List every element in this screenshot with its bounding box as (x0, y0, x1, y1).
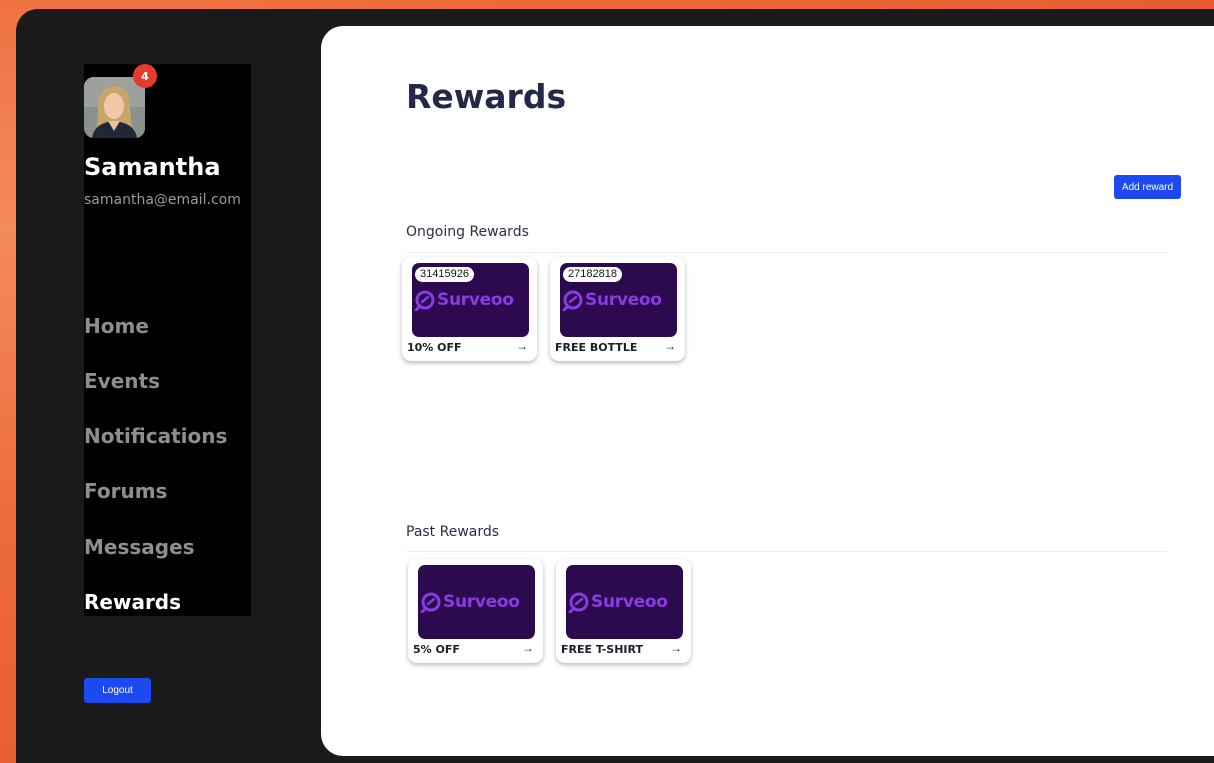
brand-name: Surveoo (443, 592, 520, 612)
nav-item-forums[interactable]: Forums (84, 479, 167, 503)
user-email: samantha@email.com (84, 192, 241, 208)
arrow-right-icon: → (522, 641, 534, 655)
portrait-image (84, 77, 145, 138)
reward-card-image: Surveoo (418, 565, 535, 639)
reward-code: 27182818 (563, 267, 622, 282)
page-title: Rewards (406, 77, 567, 116)
arrow-right-icon: → (670, 641, 682, 655)
past-rewards-title: Past Rewards (406, 524, 500, 540)
surveoo-logo-icon (562, 290, 583, 311)
past-rewards-divider (406, 551, 1166, 552)
user-name: Samantha (84, 153, 221, 181)
nav-item-home[interactable]: Home (84, 314, 149, 338)
surveoo-logo: Surveoo (420, 591, 520, 613)
reward-card-image: 27182818 Surveoo (560, 263, 677, 337)
ongoing-rewards-title: Ongoing Rewards (406, 224, 529, 240)
avatar-image (84, 77, 145, 138)
brand-name: Surveoo (585, 290, 662, 310)
notification-badge: 4 (133, 64, 157, 88)
reward-label: FREE BOTTLE (555, 341, 638, 354)
surveoo-logo-icon (414, 290, 435, 311)
arrow-right-icon: → (516, 339, 528, 353)
nav-item-events[interactable]: Events (84, 369, 160, 393)
surveoo-logo: Surveoo (562, 289, 662, 311)
surveoo-logo-icon (420, 592, 441, 613)
reward-label: 5% OFF (413, 643, 460, 656)
reward-card-image: 31415926 Surveoo (412, 263, 529, 337)
brand-name: Surveoo (591, 592, 668, 612)
reward-label: FREE T-SHIRT (561, 643, 643, 656)
nav-item-messages[interactable]: Messages (84, 535, 195, 559)
surveoo-logo-icon (568, 592, 589, 613)
surveoo-logo: Surveoo (414, 289, 514, 311)
ongoing-rewards-divider (406, 252, 1166, 253)
reward-code: 31415926 (415, 267, 474, 282)
brand-name: Surveoo (437, 290, 514, 310)
reward-card[interactable]: Surveoo FREE T-SHIRT → (556, 559, 691, 663)
nav-item-rewards[interactable]: Rewards (84, 590, 181, 614)
reward-card[interactable]: 27182818 Surveoo FREE BOTTLE → (550, 257, 685, 361)
reward-card[interactable]: Surveoo 5% OFF → (408, 559, 543, 663)
logout-button[interactable]: Logout (84, 678, 151, 703)
avatar[interactable] (84, 77, 145, 138)
surveoo-logo: Surveoo (568, 591, 668, 613)
add-reward-button[interactable]: Add reward (1114, 175, 1181, 199)
nav-item-notifications[interactable]: Notifications (84, 424, 227, 448)
reward-card-image: Surveoo (566, 565, 683, 639)
reward-label: 10% OFF (407, 341, 462, 354)
sidebar (84, 64, 251, 616)
arrow-right-icon: → (664, 339, 676, 353)
reward-card[interactable]: 31415926 Surveoo 10% OFF → (402, 257, 537, 361)
